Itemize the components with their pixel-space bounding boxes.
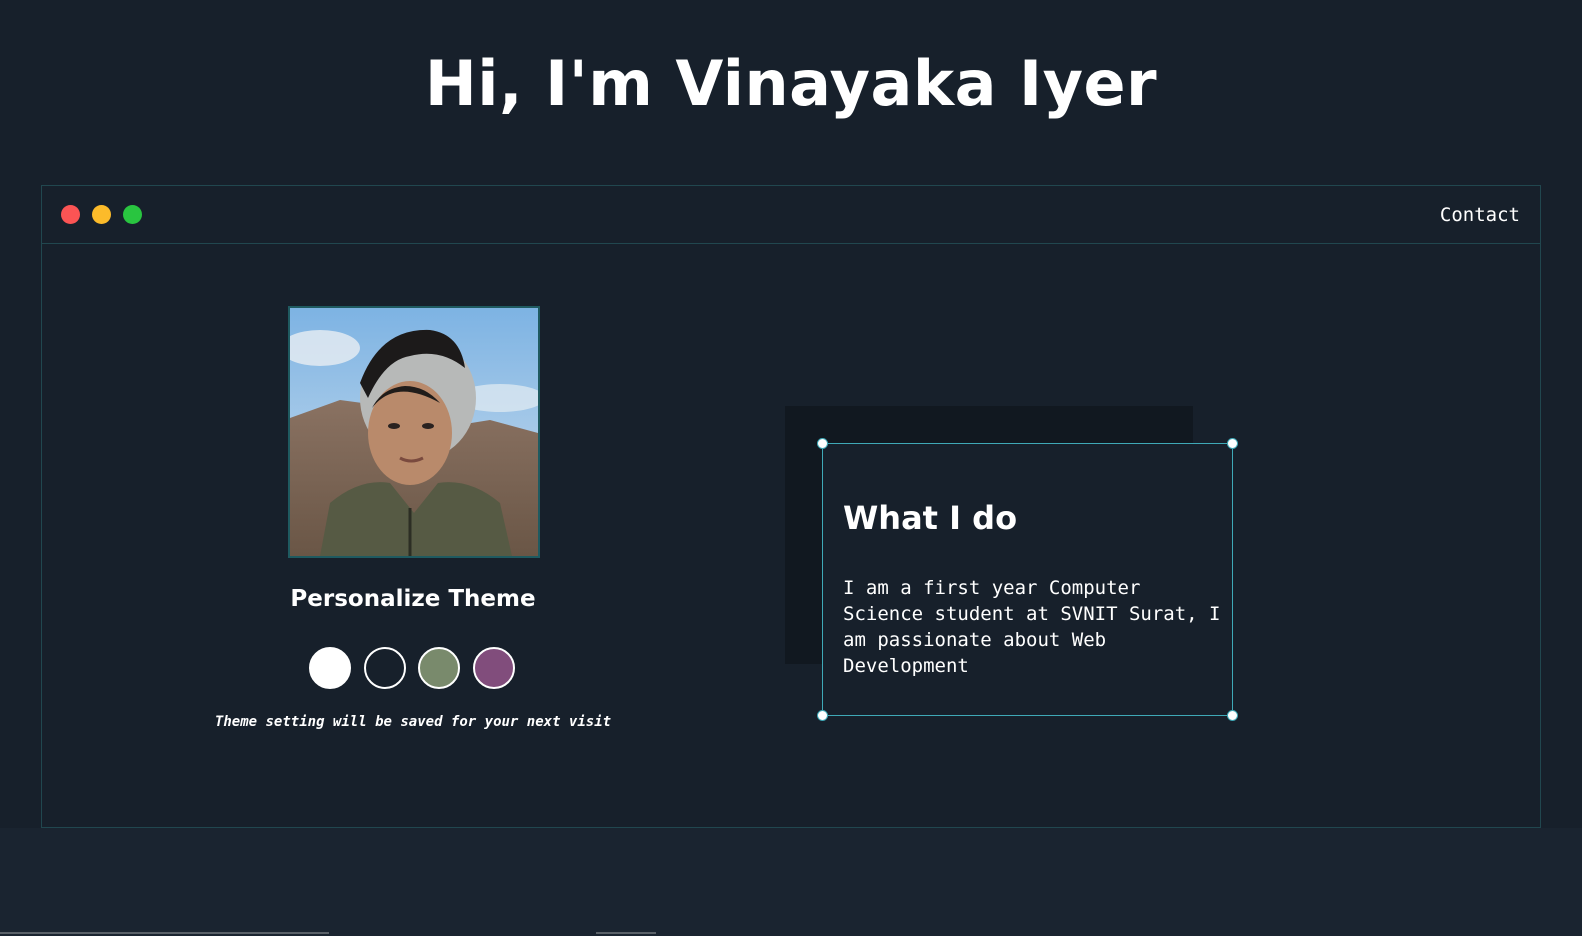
window-titlebar: Contact <box>42 186 1540 244</box>
resize-handle-top-left-icon[interactable] <box>817 438 828 449</box>
page-title: Hi, I'm Vinayaka Iyer <box>424 47 1158 120</box>
horizontal-scrollbar-track <box>0 932 329 934</box>
minimize-window-icon[interactable] <box>92 205 111 224</box>
resize-handle-top-right-icon[interactable] <box>1227 438 1238 449</box>
what-i-do-description: I am a first year Computer Science stude… <box>843 577 1221 677</box>
resize-handle-bottom-left-icon[interactable] <box>817 710 828 721</box>
theme-save-note: Theme setting will be saved for your nex… <box>214 714 612 730</box>
resize-handle-bottom-right-icon[interactable] <box>1227 710 1238 721</box>
profile-photo <box>288 306 540 558</box>
browser-window: Contact Personalize Theme Theme setting … <box>41 185 1541 828</box>
maximize-window-icon[interactable] <box>123 205 142 224</box>
personalize-theme-heading: Personalize Theme <box>290 586 536 612</box>
page-footer <box>0 828 1582 936</box>
theme-swatch-white[interactable] <box>309 647 351 689</box>
profile-photo-illustration <box>290 308 538 556</box>
theme-swatch-dark-navy[interactable] <box>364 647 406 689</box>
what-i-do-heading: What I do <box>843 499 1018 537</box>
horizontal-scrollbar-thumb[interactable] <box>596 932 656 934</box>
what-i-do-card: What I do I am a first year Computer Sci… <box>817 438 1238 721</box>
close-window-icon[interactable] <box>61 205 80 224</box>
theme-swatch-plum[interactable] <box>473 647 515 689</box>
contact-link[interactable]: Contact <box>1440 203 1520 227</box>
theme-swatch-sage-green[interactable] <box>418 647 460 689</box>
